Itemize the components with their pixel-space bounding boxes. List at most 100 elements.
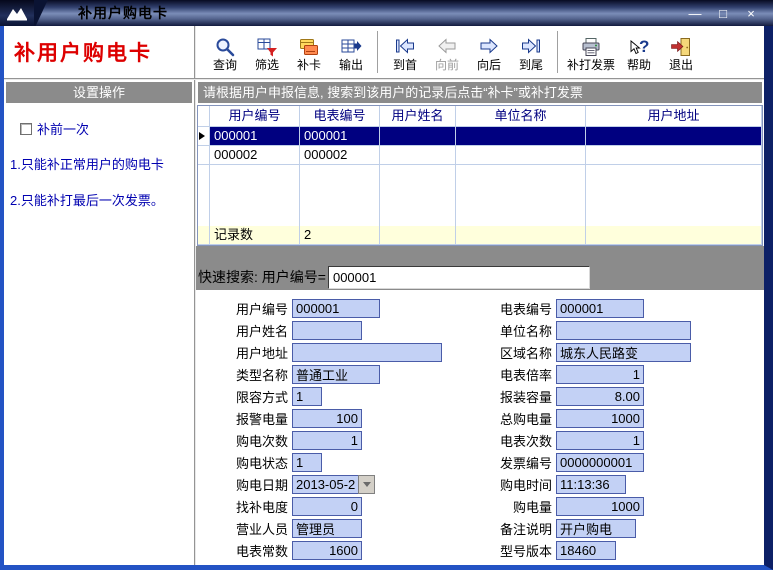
field-label: 购电时间	[476, 475, 552, 494]
meter-ratio-field[interactable]	[556, 365, 644, 384]
table-row-selected[interactable]: 000001 000001	[198, 127, 762, 146]
toolbar-export-button[interactable]: 输出	[330, 27, 372, 77]
sidebar-header: 设置操作	[6, 82, 192, 103]
checkbox-icon	[20, 123, 32, 135]
remark-field[interactable]	[556, 519, 636, 538]
window-title: 补用户购电卡	[78, 3, 168, 23]
toolbar-button-label: 到首	[393, 58, 417, 72]
maximize-button[interactable]: □	[715, 6, 731, 21]
column-header: 单位名称	[456, 106, 586, 127]
meter-count-field[interactable]	[556, 431, 644, 450]
table-empty-area	[198, 165, 762, 226]
meter-id-field[interactable]	[556, 299, 644, 318]
alarm-energy-field[interactable]	[292, 409, 362, 428]
field-label: 型号版本	[476, 541, 552, 560]
model-version-field[interactable]	[556, 541, 616, 560]
toolbar-button-label: 补卡	[297, 58, 321, 72]
column-header: 用户编号	[210, 106, 300, 127]
field-label: 购电量	[476, 497, 552, 516]
card-icon	[298, 34, 320, 58]
field-label: 类型名称	[196, 365, 288, 384]
region-name-field[interactable]	[556, 343, 691, 362]
field-label: 用户地址	[196, 343, 288, 362]
purchase-date-value[interactable]	[292, 475, 358, 494]
toolbar-exit-button[interactable]: 退出	[660, 27, 702, 77]
toolbar-button-label: 到尾	[519, 58, 543, 72]
toolbar-separator	[557, 31, 559, 73]
purchase-date-select[interactable]	[288, 475, 375, 494]
user-name-field[interactable]	[292, 321, 362, 340]
form-row: 报警电量 总购电量	[196, 407, 764, 429]
form-row: 营业人员 备注说明	[196, 517, 764, 539]
row-pointer-icon	[199, 132, 205, 140]
unit-name-field[interactable]	[556, 321, 691, 340]
field-label: 备注说明	[476, 519, 552, 538]
dropdown-button[interactable]	[358, 475, 375, 494]
field-label: 报警电量	[196, 409, 288, 428]
field-label: 电表次数	[476, 431, 552, 450]
installed-capacity-field[interactable]	[556, 387, 644, 406]
user-table: 用户编号 电表编号 用户姓名 单位名称 用户地址 000001 000001	[197, 105, 763, 246]
cell-meter-id: 000001	[300, 127, 380, 146]
meter-constant-field[interactable]	[292, 541, 362, 560]
purchase-time-field[interactable]	[556, 475, 626, 494]
purchase-status-field[interactable]	[292, 453, 322, 472]
toolbar-reissue-card-button[interactable]: 补卡	[288, 27, 330, 77]
previous-time-checkbox[interactable]: 补前一次	[20, 119, 194, 138]
field-label: 电表常数	[196, 541, 288, 560]
operator-field[interactable]	[292, 519, 362, 538]
field-label: 找补电度	[196, 497, 288, 516]
toolbar-reprint-invoice-button[interactable]: 补打发票	[564, 27, 618, 77]
toolbar-separator	[377, 31, 379, 73]
invoice-number-field[interactable]	[556, 453, 644, 472]
type-name-field[interactable]	[292, 365, 380, 384]
toolbar-go-next-button[interactable]: 向后	[468, 27, 510, 77]
capacity-limit-mode-field[interactable]	[292, 387, 322, 406]
form-row: 购电日期 购电时间	[196, 473, 764, 495]
cell-user-address	[586, 127, 762, 146]
content: 设置操作 补前一次 1.只能补正常用户的购电卡 2.只能补打最后一次发票。 请根…	[4, 80, 764, 565]
user-id-field[interactable]	[292, 299, 380, 318]
purchase-energy-field[interactable]	[556, 497, 644, 516]
cell-user-address	[586, 146, 762, 165]
form-row: 类型名称 电表倍率	[196, 363, 764, 385]
toolbar-filter-button[interactable]: 筛选	[246, 27, 288, 77]
svg-text:?: ?	[639, 37, 649, 56]
quick-search-label: 快速搜索: 用户编号=	[198, 265, 326, 289]
form-row: 用户地址 区域名称	[196, 341, 764, 363]
detail-form: 用户编号 电表编号 用户姓名	[196, 290, 764, 565]
toolbar: 查询 筛选 补卡	[196, 26, 764, 78]
form-row: 限容方式 报装容量	[196, 385, 764, 407]
help-icon: ?	[628, 34, 650, 58]
toolbar-query-button[interactable]: 查询	[204, 27, 246, 77]
form-row: 找补电度 购电量	[196, 495, 764, 517]
field-label: 发票编号	[476, 453, 552, 472]
form-row: 电表常数 型号版本	[196, 539, 764, 561]
indicator-column-header	[198, 106, 210, 127]
form-row: 用户编号 电表编号	[196, 297, 764, 319]
close-button[interactable]: ×	[743, 6, 759, 21]
footer-indicator	[198, 226, 210, 245]
user-address-field[interactable]	[292, 343, 442, 362]
toolbar-go-last-button[interactable]: 到尾	[510, 27, 552, 77]
cell-meter-id: 000002	[300, 146, 380, 165]
minimize-button[interactable]: —	[687, 6, 703, 21]
adjustment-energy-field[interactable]	[292, 497, 362, 516]
quick-search-input[interactable]	[328, 266, 590, 289]
table-row[interactable]: 000002 000002	[198, 146, 762, 165]
toolbar-button-label: 帮助	[627, 58, 651, 72]
field-label: 限容方式	[196, 387, 288, 406]
toolbar-go-prev-button[interactable]: 向前	[426, 27, 468, 77]
toolbar-button-label: 查询	[213, 58, 237, 72]
field-label: 区域名称	[476, 343, 552, 362]
app-window: 补用户购电卡 — □ × 补用户购电卡 查询	[0, 0, 773, 570]
titlebar: 补用户购电卡 — □ ×	[0, 0, 773, 26]
total-energy-field[interactable]	[556, 409, 644, 428]
purchase-count-field[interactable]	[292, 431, 362, 450]
cell-user-id: 000002	[210, 146, 300, 165]
field-label: 营业人员	[196, 519, 288, 538]
table-footer-row: 记录数 2	[198, 226, 762, 245]
toolbar-go-first-button[interactable]: 到首	[384, 27, 426, 77]
toolbar-help-button[interactable]: ? 帮助	[618, 27, 660, 77]
field-label: 总购电量	[476, 409, 552, 428]
